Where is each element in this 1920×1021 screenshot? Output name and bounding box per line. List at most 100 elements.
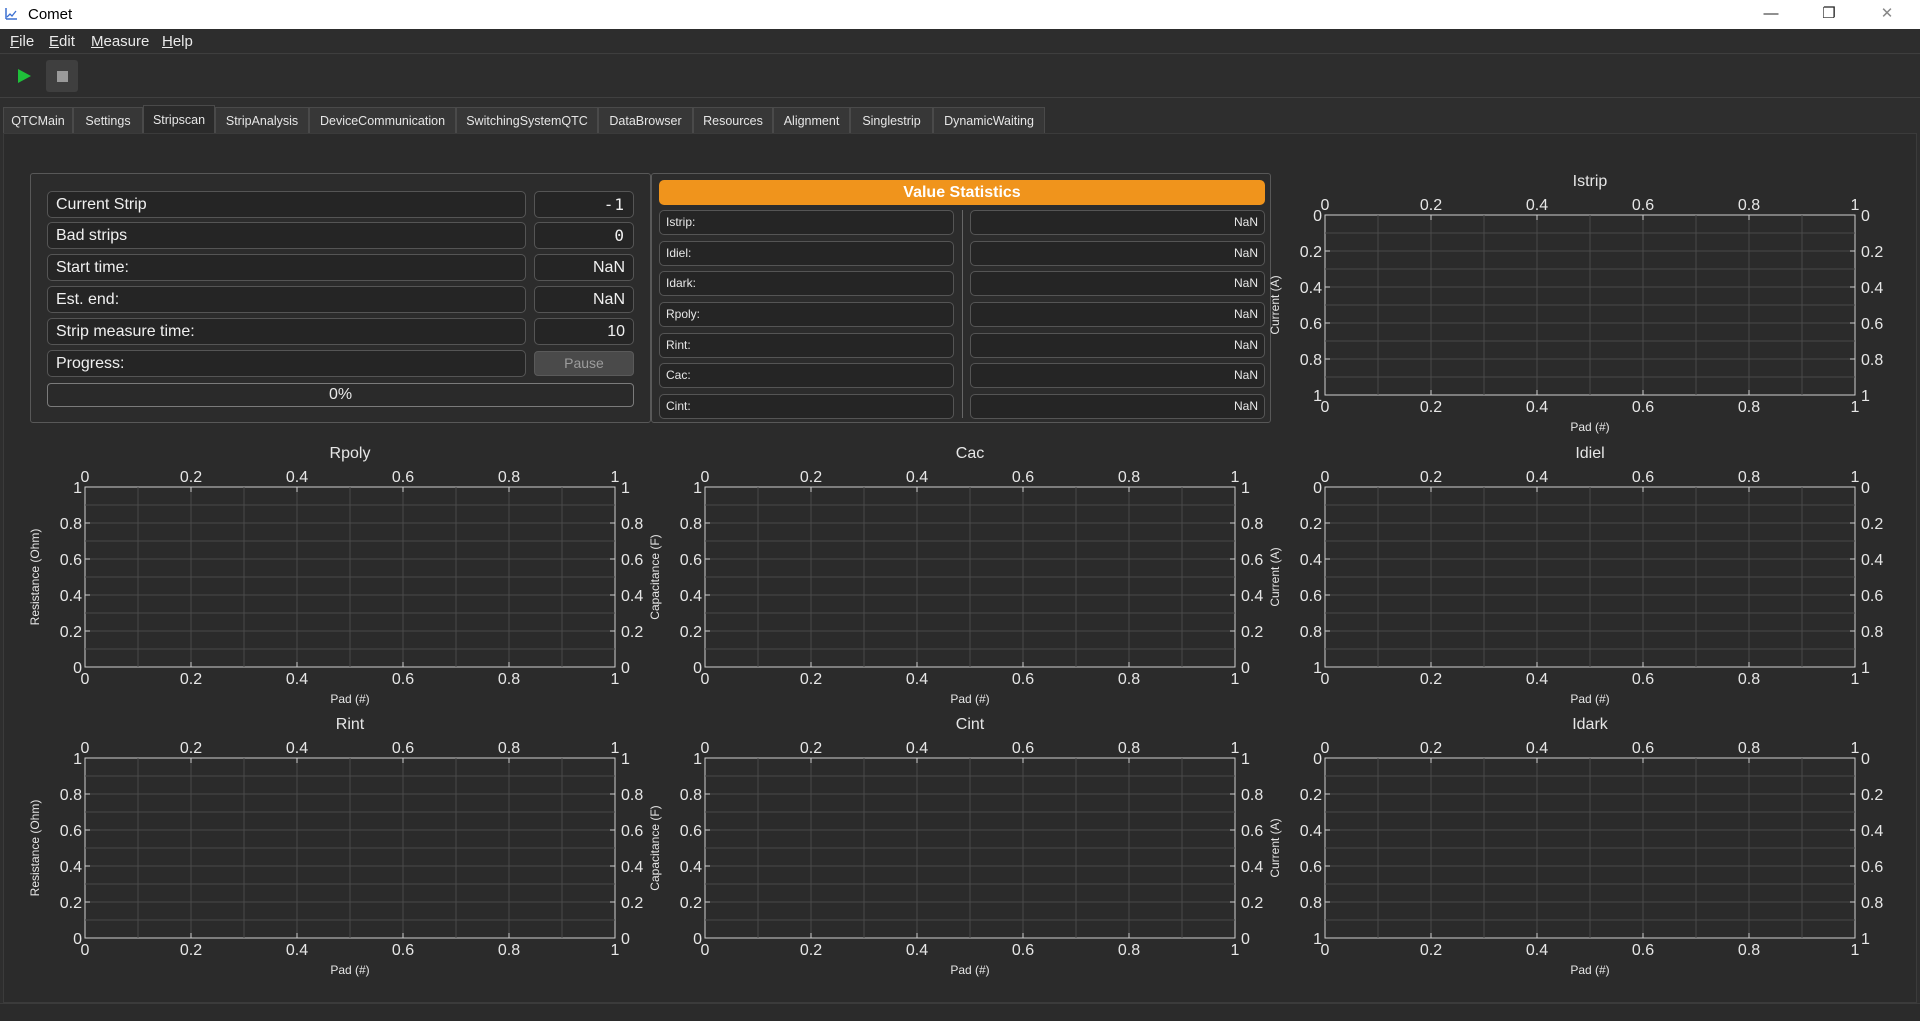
stat-value-idark: NaN [970,271,1265,296]
y-tick-label-right: 0.2 [1241,895,1263,912]
tab-settings[interactable]: Settings [73,107,143,134]
y-tick-label-right: 0.6 [1241,552,1263,569]
tab-stripscan[interactable]: Stripscan [143,105,215,135]
rint-plot[interactable]: Rint000 00.20.20.2 0.20.40.40.4 0.40.60.60.… [30,708,644,980]
cint-plot[interactable]: Cint000 00.20.20.2 0.20.40.40.4 0.40.60.60.… [650,708,1264,980]
y-tick-label-right: 0 [621,931,630,948]
tab-databrowser[interactable]: DataBrowser [598,107,693,134]
idiel-plot[interactable]: Idiel000 00.20.20.2 0.20.40.40.4 0.40.60.60… [1270,437,1884,709]
x-tick-label-top: 0.6 [1632,740,1654,757]
y-tick-label-right: 0.8 [1861,352,1883,369]
menu-help[interactable]: Help [162,33,193,50]
x-tick-label-top: 0.6 [1012,469,1034,486]
y-tick-label-left: 0.4 [680,588,702,605]
stop-icon [57,71,68,82]
y-tick-label-right: 0.8 [621,516,643,533]
x-tick-label-top: 0.8 [1738,469,1760,486]
tab-qtcmain[interactable]: QTCMain [3,107,73,134]
x-tick-label-bottom: 0.8 [1738,942,1760,959]
status-bar [0,1003,1920,1021]
plot-title: Cint [956,716,985,733]
tab-dynamicwaiting[interactable]: DynamicWaiting [933,107,1045,134]
x-tick-label-bottom: 1 [1231,671,1240,688]
rpoly-plot[interactable]: Rpoly000 00.20.20.2 0.20.40.40.4 0.40.60.60… [30,437,644,709]
menu-edit[interactable]: Edit [49,33,75,50]
y-axis-label: Current (A) [1270,818,1282,877]
x-tick-label-bottom: 0.2 [1420,942,1442,959]
y-tick-label-left: 0.4 [60,859,82,876]
tab-bar: QTCMain Settings Stripscan StripAnalysis… [0,102,1920,135]
close-button[interactable]: ✕ [1864,0,1910,29]
y-tick-label-right: 1 [1861,388,1870,405]
x-tick-label-bottom: 0.8 [498,671,520,688]
minimize-button[interactable]: — [1748,0,1794,29]
y-tick-label-right: 0.6 [621,823,643,840]
stat-label-rint: Rint: [659,333,954,358]
bad-strips-display: 0 [534,222,634,249]
strip-measure-time-input[interactable]: 10 [534,318,634,345]
x-tick-label-bottom: 0.4 [1526,671,1548,688]
x-tick-label-top: 0.6 [1012,740,1034,757]
x-tick-label-bottom: 0.2 [1420,399,1442,416]
plot-title: Rpoly [330,445,371,462]
tab-singlestrip[interactable]: Singlestrip [850,107,933,134]
play-icon [18,69,31,83]
restore-button[interactable]: ❐ [1806,0,1852,29]
progress-bar: 0% [47,383,634,407]
y-tick-label-left: 0.6 [60,823,82,840]
y-tick-label-right: 0.2 [1861,516,1883,533]
plot-title: Idark [1572,716,1609,733]
tab-stripanalysis[interactable]: StripAnalysis [215,107,309,134]
tab-devicecommunication[interactable]: DeviceCommunication [309,107,456,134]
plot-title: Rint [336,716,365,733]
x-tick-label-top: 0.4 [906,469,928,486]
y-tick-label-right: 1 [1861,931,1870,948]
y-tick-label-left: 0.8 [1300,895,1322,912]
y-tick-label-right: 1 [1241,480,1250,497]
menu-measure[interactable]: Measure [91,33,149,50]
x-tick-label-bottom: 0.8 [1738,399,1760,416]
tab-alignment[interactable]: Alignment [773,107,850,134]
cac-plot[interactable]: Cac000 00.20.20.2 0.20.40.40.4 0.40.60.60.6… [650,437,1264,709]
x-tick-label-bottom: 0.6 [1012,671,1034,688]
plot-title: Istrip [1573,173,1608,190]
x-tick-label-bottom: 0.2 [180,671,202,688]
x-tick-label-top: 0.8 [1738,740,1760,757]
plot-title: Idiel [1575,445,1604,462]
y-tick-label-left: 0.4 [1300,552,1322,569]
x-tick-label-top: 0.2 [800,469,822,486]
stat-label-idiel: Idiel: [659,241,954,266]
y-tick-label-right: 0.2 [1241,624,1263,641]
start-button[interactable] [7,60,39,92]
x-tick-label-bottom: 0.4 [1526,942,1548,959]
tab-resources[interactable]: Resources [693,107,773,134]
x-tick-label-bottom: 0.6 [392,671,414,688]
stat-label-istrip: Istrip: [659,210,954,235]
y-axis-label: Capacitance (F) [650,805,662,890]
stat-label-idark: Idark: [659,271,954,296]
x-tick-label-top: 0.4 [286,469,308,486]
x-tick-label-top: 1 [611,469,620,486]
y-axis-label: Resistance (Ohm) [30,529,42,626]
x-tick-label-top: 0.2 [1420,469,1442,486]
stop-button[interactable] [46,60,78,92]
istrip-plot[interactable]: Istrip000 00.20.20.2 0.20.40.40.4 0.40.60.6… [1270,165,1884,437]
y-tick-label-left: 0.2 [60,624,82,641]
x-axis-label: Pad (#) [1570,692,1609,706]
y-tick-label-right: 0.6 [1861,859,1883,876]
idark-plot[interactable]: Idark000 00.20.20.2 0.20.40.40.4 0.40.60.60… [1270,708,1884,980]
x-tick-label-top: 0.4 [286,740,308,757]
menu-file[interactable]: File [10,33,34,50]
x-tick-label-top: 0.2 [1420,197,1442,214]
y-tick-label-right: 1 [1861,660,1870,677]
value-statistics-panel: Value Statistics Istrip: NaN Idiel: NaN … [651,173,1271,423]
est-end-value: NaN [534,286,634,313]
pause-button[interactable]: Pause [534,351,634,376]
y-tick-label-right: 0.8 [1241,516,1263,533]
tab-switchingsystemqtc[interactable]: SwitchingSystemQTC [456,107,598,134]
y-tick-label-right: 0.6 [1241,823,1263,840]
x-tick-label-top: 0.2 [1420,740,1442,757]
window-title: Comet [28,6,73,23]
y-tick-label-left: 0.2 [1300,244,1322,261]
y-tick-label-left: 1 [693,480,702,497]
